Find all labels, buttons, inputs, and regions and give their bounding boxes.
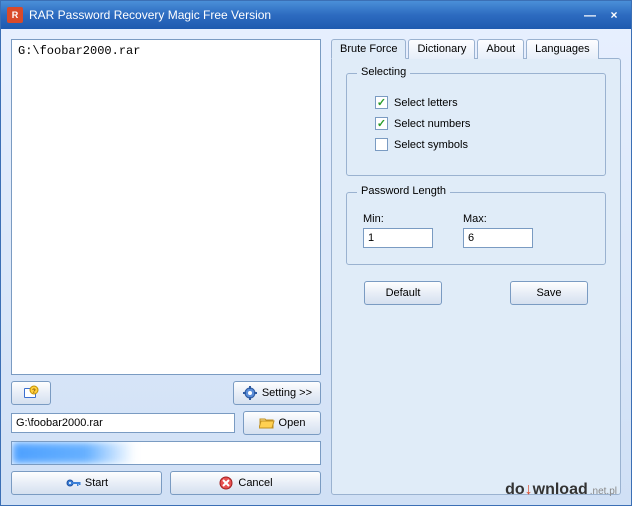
folder-open-icon xyxy=(259,415,275,431)
gear-icon xyxy=(242,385,258,401)
progress-fill xyxy=(12,442,135,464)
cancel-icon xyxy=(218,475,234,491)
tab-about[interactable]: About xyxy=(477,39,524,59)
group-selecting-title: Selecting xyxy=(357,66,410,78)
client-area: G:\foobar2000.rar ? xyxy=(1,29,631,505)
checkbox-numbers[interactable]: ✓ xyxy=(375,117,388,130)
tab-strip: Brute Force Dictionary About Languages xyxy=(331,39,621,59)
left-pane: G:\foobar2000.rar ? xyxy=(11,39,321,495)
label-letters: Select letters xyxy=(394,97,458,109)
app-window: R RAR Password Recovery Magic Free Versi… xyxy=(0,0,632,506)
app-icon: R xyxy=(7,7,23,23)
checkbox-letters[interactable]: ✓ xyxy=(375,96,388,109)
book-help-icon: ? xyxy=(23,385,39,401)
start-button[interactable]: Start xyxy=(11,471,162,495)
max-input[interactable] xyxy=(463,228,533,248)
start-label: Start xyxy=(85,477,108,489)
close-button[interactable]: × xyxy=(603,6,625,24)
save-button[interactable]: Save xyxy=(510,281,588,305)
watermark: do↓wnload.net.pl xyxy=(505,481,617,499)
label-symbols: Select symbols xyxy=(394,139,468,151)
file-list[interactable]: G:\foobar2000.rar xyxy=(11,39,321,375)
path-input[interactable] xyxy=(11,413,235,433)
tab-brute-force[interactable]: Brute Force xyxy=(331,39,406,59)
progress-bar xyxy=(11,441,321,465)
default-button[interactable]: Default xyxy=(364,281,442,305)
group-selecting: Selecting ✓ Select letters ✓ Select numb… xyxy=(346,73,606,176)
setting-label: Setting >> xyxy=(262,387,312,399)
key-icon xyxy=(65,475,81,491)
checkbox-symbols[interactable] xyxy=(375,138,388,151)
label-numbers: Select numbers xyxy=(394,118,470,130)
right-pane: Brute Force Dictionary About Languages S… xyxy=(331,39,621,495)
setting-button[interactable]: Setting >> xyxy=(233,381,321,405)
minimize-button[interactable]: — xyxy=(579,6,601,24)
open-button[interactable]: Open xyxy=(243,411,321,435)
file-list-item[interactable]: G:\foobar2000.rar xyxy=(18,44,314,58)
cancel-button[interactable]: Cancel xyxy=(170,471,321,495)
cancel-label: Cancel xyxy=(238,477,272,489)
min-input[interactable] xyxy=(363,228,433,248)
tab-dictionary[interactable]: Dictionary xyxy=(408,39,475,59)
max-label: Max: xyxy=(463,213,533,225)
help-button[interactable]: ? xyxy=(11,381,51,405)
window-title: RAR Password Recovery Magic Free Version xyxy=(29,8,271,22)
group-length-title: Password Length xyxy=(357,185,450,197)
open-label: Open xyxy=(279,417,306,429)
min-label: Min: xyxy=(363,213,433,225)
tab-panel-brute-force: Selecting ✓ Select letters ✓ Select numb… xyxy=(331,58,621,495)
group-length: Password Length Min: Max: xyxy=(346,192,606,265)
titlebar: R RAR Password Recovery Magic Free Versi… xyxy=(1,1,631,29)
tab-languages[interactable]: Languages xyxy=(526,39,598,59)
svg-text:?: ? xyxy=(32,389,36,395)
